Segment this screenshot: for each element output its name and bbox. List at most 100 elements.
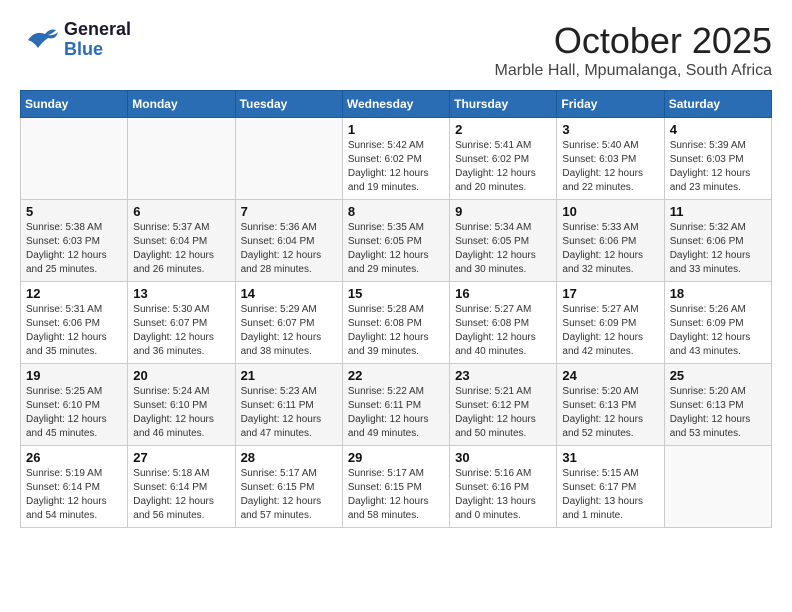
- calendar-cell: 13Sunrise: 5:30 AM Sunset: 6:07 PM Dayli…: [128, 282, 235, 364]
- calendar-cell: 23Sunrise: 5:21 AM Sunset: 6:12 PM Dayli…: [450, 364, 557, 446]
- day-info: Sunrise: 5:24 AM Sunset: 6:10 PM Dayligh…: [133, 385, 229, 441]
- day-info: Sunrise: 5:18 AM Sunset: 6:14 PM Dayligh…: [133, 467, 229, 523]
- day-number: 15: [348, 286, 444, 301]
- day-info: Sunrise: 5:31 AM Sunset: 6:06 PM Dayligh…: [26, 303, 122, 359]
- day-info: Sunrise: 5:29 AM Sunset: 6:07 PM Dayligh…: [241, 303, 337, 359]
- calendar-cell: 28 Sunrise: 5:17 AM Sunset: 6:15 PM Dayli…: [235, 446, 342, 528]
- calendar-cell: 7 Sunrise: 5:36 AM Sunset: 6:04 PM Daylig…: [235, 200, 342, 282]
- calendar-week-1: 1Sunrise: 5:42 AM Sunset: 6:02 PM Daylig…: [21, 118, 772, 200]
- day-info: Sunrise: 5:15 AM Sunset: 6:17 PM Dayligh…: [562, 467, 658, 523]
- calendar-cell: 5 Sunrise: 5:38 AM Sunset: 6:03 PM Daylig…: [21, 200, 128, 282]
- calendar-week-3: 12 Sunrise: 5:31 AM Sunset: 6:06 PM Dayli…: [21, 282, 772, 364]
- day-number: 25: [670, 368, 766, 383]
- day-info: Sunrise: 5:36 AM Sunset: 6:04 PM Dayligh…: [241, 221, 337, 277]
- day-number: 19: [26, 368, 122, 383]
- day-info: Sunrise: 5:27 AM Sunset: 6:09 PM Dayligh…: [562, 303, 658, 359]
- calendar-week-5: 26Sunrise: 5:19 AM Sunset: 6:14 PM Dayli…: [21, 446, 772, 528]
- calendar-cell: 17 Sunrise: 5:27 AM Sunset: 6:09 PM Dayli…: [557, 282, 664, 364]
- calendar-cell: 14 Sunrise: 5:29 AM Sunset: 6:07 PM Dayli…: [235, 282, 342, 364]
- calendar-cell: 18 Sunrise: 5:26 AM Sunset: 6:09 PM Dayli…: [664, 282, 771, 364]
- day-info: Sunrise: 5:20 AM Sunset: 6:13 PM Dayligh…: [562, 385, 658, 441]
- day-number: 5: [26, 204, 122, 219]
- calendar-body: 1Sunrise: 5:42 AM Sunset: 6:02 PM Daylig…: [21, 118, 772, 528]
- weekday-header-saturday: Saturday: [664, 91, 771, 118]
- calendar-week-4: 19 Sunrise: 5:25 AM Sunset: 6:10 PM Dayli…: [21, 364, 772, 446]
- day-number: 2: [455, 122, 551, 137]
- calendar-cell: 21 Sunrise: 5:23 AM Sunset: 6:11 PM Dayli…: [235, 364, 342, 446]
- day-info: Sunrise: 5:37 AM Sunset: 6:04 PM Dayligh…: [133, 221, 229, 277]
- page-header: General Blue October 2025 Marble Hall, M…: [20, 20, 772, 80]
- calendar-cell: 16Sunrise: 5:27 AM Sunset: 6:08 PM Dayli…: [450, 282, 557, 364]
- day-number: 8: [348, 204, 444, 219]
- calendar-cell: 31 Sunrise: 5:15 AM Sunset: 6:17 PM Dayli…: [557, 446, 664, 528]
- day-info: Sunrise: 5:38 AM Sunset: 6:03 PM Dayligh…: [26, 221, 122, 277]
- calendar-cell: 29Sunrise: 5:17 AM Sunset: 6:15 PM Dayli…: [342, 446, 449, 528]
- calendar-header: SundayMondayTuesdayWednesdayThursdayFrid…: [21, 91, 772, 118]
- calendar-cell: 19 Sunrise: 5:25 AM Sunset: 6:10 PM Dayli…: [21, 364, 128, 446]
- day-number: 16: [455, 286, 551, 301]
- calendar-cell: 10 Sunrise: 5:33 AM Sunset: 6:06 PM Dayli…: [557, 200, 664, 282]
- day-number: 23: [455, 368, 551, 383]
- day-number: 30: [455, 450, 551, 465]
- day-number: 10: [562, 204, 658, 219]
- calendar-cell: 20 Sunrise: 5:24 AM Sunset: 6:10 PM Dayli…: [128, 364, 235, 446]
- weekday-header-sunday: Sunday: [21, 91, 128, 118]
- day-info: Sunrise: 5:20 AM Sunset: 6:13 PM Dayligh…: [670, 385, 766, 441]
- day-number: 14: [241, 286, 337, 301]
- calendar-cell: 2 Sunrise: 5:41 AM Sunset: 6:02 PM Daylig…: [450, 118, 557, 200]
- day-info: Sunrise: 5:17 AM Sunset: 6:15 PM Dayligh…: [241, 467, 337, 523]
- calendar-cell: 4 Sunrise: 5:39 AM Sunset: 6:03 PM Daylig…: [664, 118, 771, 200]
- day-number: 22: [348, 368, 444, 383]
- weekday-header-friday: Friday: [557, 91, 664, 118]
- location-subtitle: Marble Hall, Mpumalanga, South Africa: [495, 62, 772, 80]
- day-info: Sunrise: 5:34 AM Sunset: 6:05 PM Dayligh…: [455, 221, 551, 277]
- day-info: Sunrise: 5:22 AM Sunset: 6:11 PM Dayligh…: [348, 385, 444, 441]
- day-number: 29: [348, 450, 444, 465]
- calendar-cell: 6 Sunrise: 5:37 AM Sunset: 6:04 PM Daylig…: [128, 200, 235, 282]
- day-number: 20: [133, 368, 229, 383]
- weekday-header-monday: Monday: [128, 91, 235, 118]
- day-number: 28: [241, 450, 337, 465]
- day-number: 7: [241, 204, 337, 219]
- day-info: Sunrise: 5:35 AM Sunset: 6:05 PM Dayligh…: [348, 221, 444, 277]
- calendar-cell: [21, 118, 128, 200]
- calendar-cell: 8 Sunrise: 5:35 AM Sunset: 6:05 PM Daylig…: [342, 200, 449, 282]
- day-number: 11: [670, 204, 766, 219]
- day-number: 6: [133, 204, 229, 219]
- day-number: 18: [670, 286, 766, 301]
- day-info: Sunrise: 5:23 AM Sunset: 6:11 PM Dayligh…: [241, 385, 337, 441]
- weekday-header-wednesday: Wednesday: [342, 91, 449, 118]
- day-info: Sunrise: 5:28 AM Sunset: 6:08 PM Dayligh…: [348, 303, 444, 359]
- calendar-cell: 25 Sunrise: 5:20 AM Sunset: 6:13 PM Dayli…: [664, 364, 771, 446]
- day-number: 17: [562, 286, 658, 301]
- day-info: Sunrise: 5:26 AM Sunset: 6:09 PM Dayligh…: [670, 303, 766, 359]
- logo-text: General Blue: [64, 20, 131, 60]
- calendar-cell: 3Sunrise: 5:40 AM Sunset: 6:03 PM Daylig…: [557, 118, 664, 200]
- day-number: 12: [26, 286, 122, 301]
- calendar-cell: 30 Sunrise: 5:16 AM Sunset: 6:16 PM Dayli…: [450, 446, 557, 528]
- day-info: Sunrise: 5:30 AM Sunset: 6:07 PM Dayligh…: [133, 303, 229, 359]
- month-title: October 2025: [495, 20, 772, 62]
- day-info: Sunrise: 5:16 AM Sunset: 6:16 PM Dayligh…: [455, 467, 551, 523]
- calendar-cell: 22 Sunrise: 5:22 AM Sunset: 6:11 PM Dayli…: [342, 364, 449, 446]
- day-info: Sunrise: 5:19 AM Sunset: 6:14 PM Dayligh…: [26, 467, 122, 523]
- day-number: 21: [241, 368, 337, 383]
- day-number: 4: [670, 122, 766, 137]
- day-number: 31: [562, 450, 658, 465]
- day-number: 24: [562, 368, 658, 383]
- day-number: 1: [348, 122, 444, 137]
- weekday-row: SundayMondayTuesdayWednesdayThursdayFrid…: [21, 91, 772, 118]
- logo-blue: Blue: [64, 40, 131, 60]
- weekday-header-tuesday: Tuesday: [235, 91, 342, 118]
- calendar-cell: 1Sunrise: 5:42 AM Sunset: 6:02 PM Daylig…: [342, 118, 449, 200]
- calendar-week-2: 5 Sunrise: 5:38 AM Sunset: 6:03 PM Daylig…: [21, 200, 772, 282]
- day-info: Sunrise: 5:25 AM Sunset: 6:10 PM Dayligh…: [26, 385, 122, 441]
- calendar-cell: [664, 446, 771, 528]
- calendar-cell: 11Sunrise: 5:32 AM Sunset: 6:06 PM Dayli…: [664, 200, 771, 282]
- calendar-cell: [128, 118, 235, 200]
- day-info: Sunrise: 5:39 AM Sunset: 6:03 PM Dayligh…: [670, 139, 766, 195]
- day-info: Sunrise: 5:33 AM Sunset: 6:06 PM Dayligh…: [562, 221, 658, 277]
- day-info: Sunrise: 5:41 AM Sunset: 6:02 PM Dayligh…: [455, 139, 551, 195]
- calendar-cell: 27Sunrise: 5:18 AM Sunset: 6:14 PM Dayli…: [128, 446, 235, 528]
- bird-icon: [20, 20, 60, 60]
